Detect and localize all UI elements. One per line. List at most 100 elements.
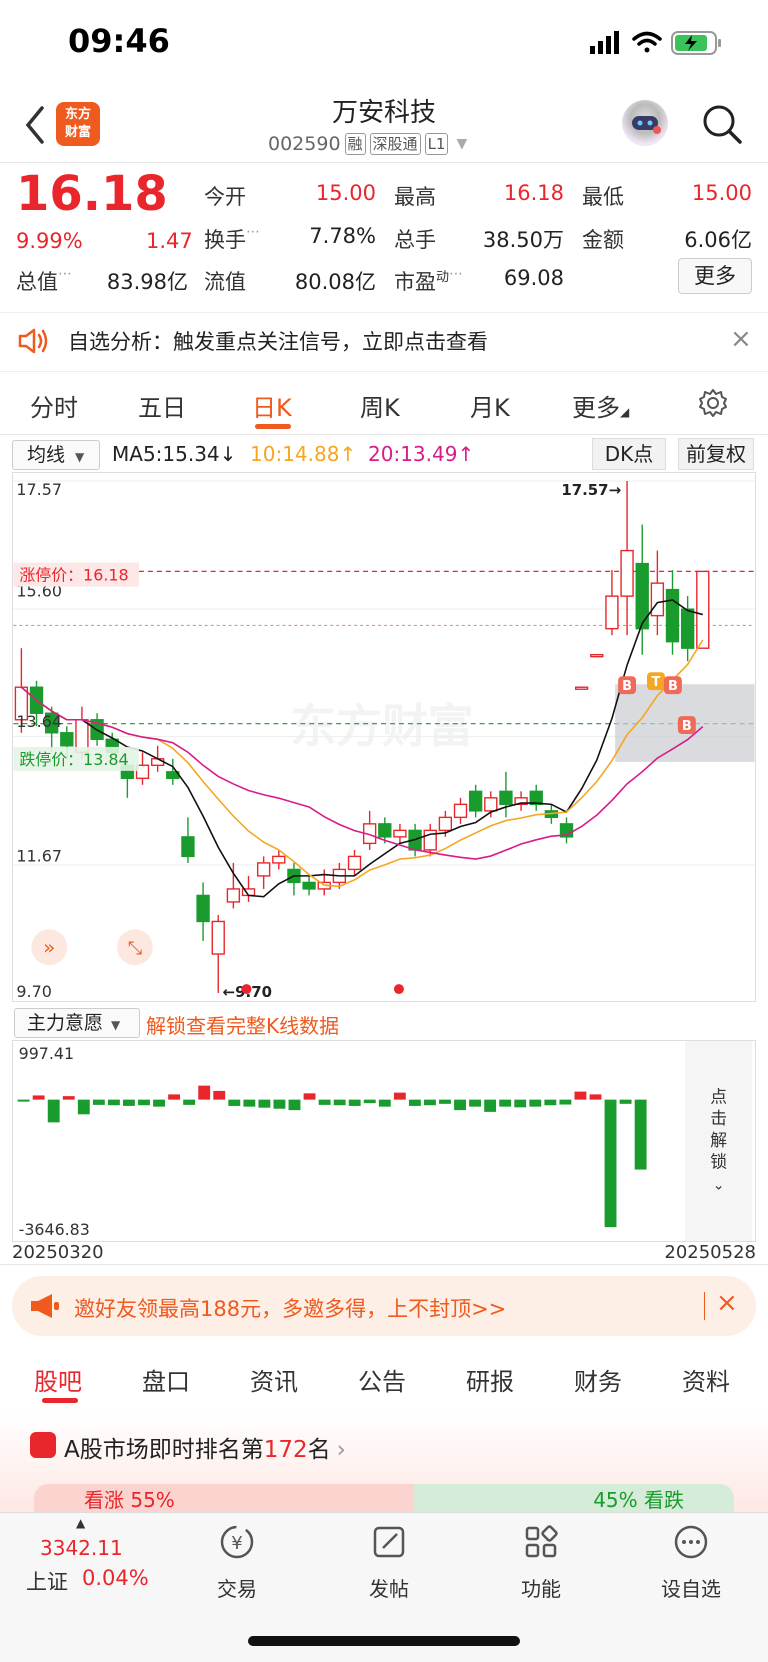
tab-research[interactable]: 研报 [466, 1362, 514, 1397]
unlock-side-char: 击 [710, 1108, 727, 1128]
sub-bar [604, 1099, 617, 1228]
label-low: 最低 [582, 185, 624, 209]
limit-up-label: 涨停价：16.18 [19, 566, 128, 585]
ma-select[interactable]: 均线 ▼ [12, 440, 100, 470]
candle-body [211, 920, 225, 955]
expand-left-icon[interactable]: » [31, 929, 68, 966]
tab-news[interactable]: 资讯 [250, 1362, 298, 1397]
vote-bar[interactable]: 看涨 55% 45% 看跌 [34, 1484, 734, 1512]
tab-announcements[interactable]: 公告 [358, 1362, 406, 1397]
fuquan-button[interactable]: 前复权 [678, 438, 754, 470]
sub-bar [77, 1099, 90, 1115]
current-price: 16.18 [16, 166, 168, 222]
unlock-side-char: 锁 [710, 1152, 727, 1172]
sub-bar [32, 1095, 45, 1100]
sub-bar [92, 1099, 105, 1105]
unlock-side-char: 点 [710, 1086, 727, 1106]
nav-add-watchlist[interactable]: 设自选 [636, 1522, 746, 1602]
kline-chart[interactable]: 东方财富 17.57 15.60 13.64 11.67 9.70 涨停价：16… [12, 472, 756, 1002]
candle-body [196, 894, 210, 923]
info-icon: ⋯ [449, 266, 464, 282]
candle-body [574, 686, 589, 690]
sub-bar [574, 1091, 587, 1100]
close-icon[interactable]: × [716, 1288, 738, 1318]
date-end: 20250528 [664, 1242, 756, 1263]
ma10-value: 10:14.88↑ [250, 442, 357, 466]
status-time: 09:46 [68, 22, 170, 60]
yuan-cycle-icon: ¥ [220, 1525, 254, 1559]
candle-body [378, 823, 392, 838]
sub-bar [138, 1099, 150, 1106]
label-total-value[interactable]: 总值⋯ [16, 266, 72, 296]
nav-post[interactable]: 发帖 [334, 1522, 444, 1602]
info-icon: ⋯ [246, 224, 260, 240]
unlock-side-char: 解 [710, 1130, 727, 1150]
sub-bar [107, 1099, 120, 1106]
sub-bar [123, 1099, 135, 1106]
dk-point-button[interactable]: DK点 [592, 438, 666, 470]
search-button[interactable] [700, 102, 744, 146]
signal-b: B [668, 679, 678, 694]
tab-forum[interactable]: 股吧 [34, 1362, 82, 1397]
sub-indicator-select[interactable]: 主力意愿 ▼ [14, 1008, 140, 1038]
close-icon[interactable]: × [730, 324, 752, 354]
sub-bar [424, 1099, 436, 1106]
sub-bar [559, 1099, 572, 1105]
sub-chart[interactable]: 997.41 -3646.83 点击解锁 ⌄ [12, 1040, 756, 1242]
signal-b: B [682, 719, 692, 734]
tab-profile[interactable]: 资料 [682, 1362, 730, 1397]
index-value[interactable]: 3342.11 [40, 1536, 123, 1560]
sub-bar [469, 1099, 482, 1107]
tab-order-book[interactable]: 盘口 [142, 1362, 190, 1397]
nav-trade[interactable]: ¥ 交易 [182, 1522, 292, 1602]
tab-intraday[interactable]: 分时 [30, 388, 78, 423]
tab-monthly-k[interactable]: 月K [470, 388, 510, 423]
limit-down-label: 跌停价：13.84 [19, 750, 128, 769]
sub-bar [258, 1099, 271, 1108]
fullscreen-icon[interactable]: ⤡ [117, 929, 153, 966]
change-percent: 9.99% [16, 229, 83, 253]
tab-five-day[interactable]: 五日 [138, 388, 186, 423]
invite-text[interactable]: 邀好友领最高188元，多邀多得，上不封顶>> [74, 1293, 506, 1323]
tab-more[interactable]: 更多◢ [572, 388, 629, 423]
vote-down[interactable]: 45% 看跌 [414, 1484, 734, 1512]
status-icons [590, 31, 721, 55]
candle-body [347, 855, 362, 871]
rank-text[interactable]: A股市场即时排名第172名 › [64, 1430, 346, 1464]
label-pe[interactable]: 市盈动⋯ [394, 266, 463, 296]
tab-weekly-k[interactable]: 周K [360, 388, 400, 423]
sub-bar [47, 1099, 60, 1123]
candle-body [680, 608, 695, 649]
ai-assistant-icon[interactable] [622, 100, 668, 146]
label-volume: 总手 [394, 228, 436, 252]
sub-bar [348, 1099, 361, 1106]
sub-y-top: 997.41 [19, 1044, 74, 1063]
label-turnover[interactable]: 换手⋯ [204, 224, 260, 254]
tab-daily-k[interactable]: 日K [252, 388, 292, 423]
tag-connect: 深股通 [369, 133, 421, 155]
tag-margin: 融 [344, 133, 366, 155]
settings-icon[interactable] [698, 388, 728, 418]
alert-text[interactable]: 自选分析：触发重点关注信号，立即点击查看 [68, 326, 488, 356]
chevron-down-icon: ⌄ [713, 1178, 725, 1194]
sub-bar [213, 1090, 226, 1100]
sub-bar [393, 1092, 406, 1100]
signal-t: T [652, 675, 661, 690]
unlock-link[interactable]: 解锁查看完整K线数据 [146, 1010, 339, 1039]
nav-functions[interactable]: 功能 [486, 1522, 596, 1602]
index-name[interactable]: 上证 [26, 1566, 68, 1596]
value-turnover: 7.78% [309, 224, 376, 248]
index-percent[interactable]: 0.04% [82, 1566, 149, 1590]
more-button[interactable]: 更多 [678, 258, 752, 294]
value-total-value: 83.98亿 [106, 270, 188, 294]
sub-bar [17, 1099, 30, 1102]
label-high: 最高 [394, 185, 436, 209]
bar-chart-icon [30, 1432, 56, 1458]
caret-down-icon[interactable]: ▼ [456, 136, 467, 152]
tab-finance[interactable]: 财务 [574, 1362, 622, 1397]
value-pe: 69.08 [503, 266, 564, 290]
sub-bar [454, 1099, 466, 1111]
vote-up[interactable]: 看涨 55% [34, 1484, 414, 1512]
y-label: 11.67 [16, 847, 62, 866]
kline-grid [13, 480, 755, 866]
